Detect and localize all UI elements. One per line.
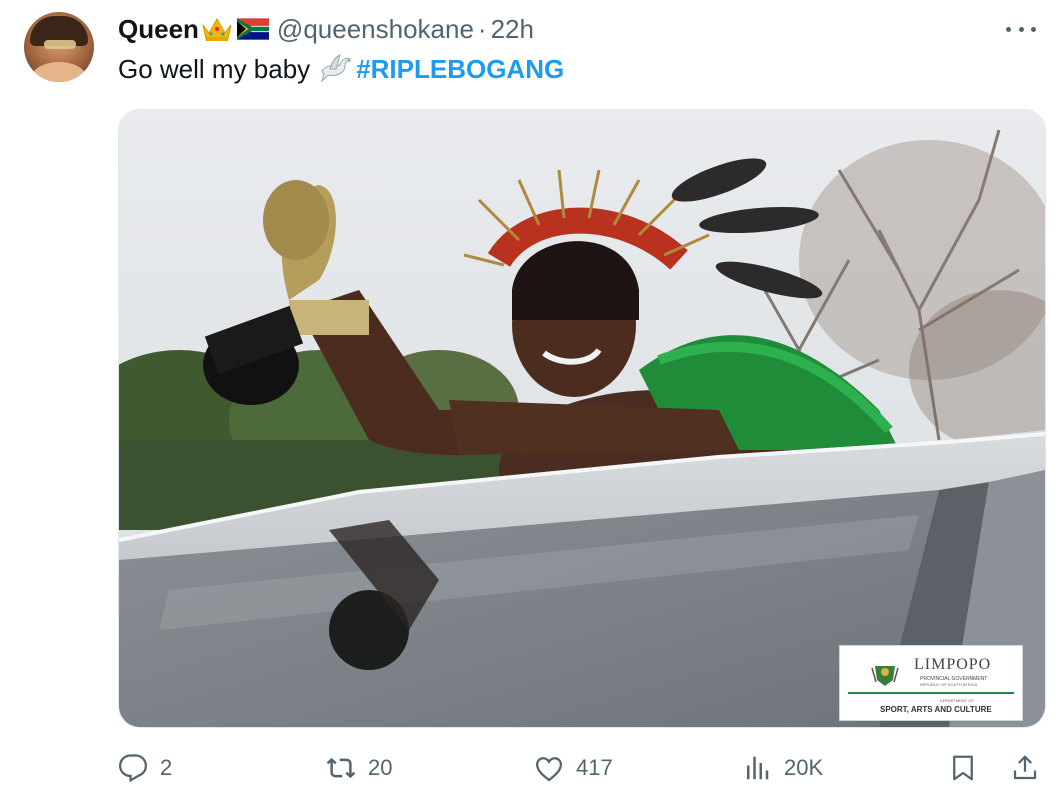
user-handle[interactable]: @queenshokane bbox=[277, 14, 474, 45]
share-button[interactable] bbox=[1010, 750, 1040, 786]
retweet-count: 20 bbox=[368, 755, 393, 780]
tweet-text: Go well my baby #RIPLEBOGANG bbox=[118, 53, 564, 85]
watermark-small: DEPARTMENT OF bbox=[940, 698, 974, 703]
avatar[interactable] bbox=[24, 12, 94, 82]
tweet-body: Go well my baby bbox=[118, 53, 311, 84]
views-count: 20K bbox=[784, 755, 824, 780]
reply-icon bbox=[118, 754, 148, 783]
reply-button[interactable]: 2 bbox=[118, 750, 172, 786]
coat-of-arms-icon bbox=[871, 666, 899, 686]
timestamp[interactable]: 22h bbox=[491, 14, 534, 45]
tweet-header: Queen @queenshokane · 22h bbox=[118, 13, 534, 45]
more-dot bbox=[1018, 26, 1024, 32]
reply-count: 2 bbox=[160, 755, 173, 780]
retweet-icon bbox=[326, 757, 356, 779]
hashtag-link[interactable]: #RIPLEBOGANG bbox=[356, 54, 564, 85]
retweet-button[interactable]: 20 bbox=[326, 750, 392, 786]
watermark-divider bbox=[848, 692, 1014, 694]
share-icon bbox=[1013, 755, 1037, 780]
more-dot bbox=[1006, 26, 1011, 32]
separator-dot: · bbox=[477, 13, 487, 44]
tweet-photo[interactable]: LIMPOPO PROVINCIAL GOVERNMENT REPUBLIC O… bbox=[118, 109, 1046, 728]
display-name[interactable]: Queen bbox=[118, 14, 199, 45]
like-icon bbox=[535, 757, 563, 782]
bookmark-button[interactable] bbox=[948, 750, 978, 786]
watermark-title: LIMPOPO bbox=[914, 656, 992, 673]
watermark-subtitle2: REPUBLIC OF SOUTH AFRICA bbox=[920, 682, 978, 687]
photo-illustration bbox=[119, 110, 1045, 727]
watermark-department: SPORT, ARTS AND CULTURE bbox=[880, 705, 992, 714]
bookmark-icon bbox=[953, 755, 973, 781]
more-icon[interactable] bbox=[1006, 17, 1036, 41]
views-button[interactable]: 20K bbox=[742, 750, 823, 786]
dove-emoji-icon bbox=[321, 54, 353, 83]
crown-emoji-icon bbox=[202, 17, 232, 41]
south-africa-flag-icon bbox=[236, 18, 269, 40]
avatar-glasses bbox=[44, 40, 76, 49]
views-icon bbox=[747, 756, 769, 780]
watermark-logo: LIMPOPO PROVINCIAL GOVERNMENT REPUBLIC O… bbox=[839, 645, 1023, 721]
like-count: 417 bbox=[576, 755, 613, 780]
action-bar: 2 20 417 20K bbox=[118, 750, 1044, 786]
avatar-body bbox=[32, 62, 86, 82]
like-button[interactable]: 417 bbox=[534, 750, 613, 786]
more-dot bbox=[1031, 26, 1036, 32]
